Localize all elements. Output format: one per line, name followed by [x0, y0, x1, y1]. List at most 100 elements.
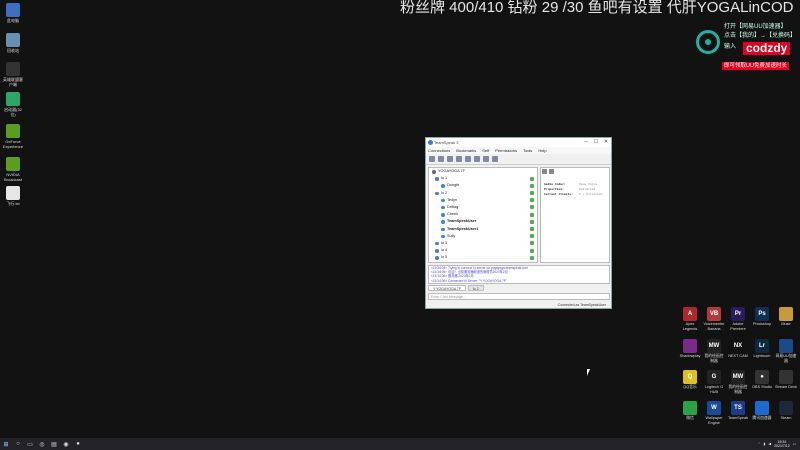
client-row[interactable]: TeamSpeakUser1 — [429, 226, 537, 233]
teamspeak-taskbar-icon[interactable]: ● — [72, 438, 84, 450]
chat-icon[interactable] — [483, 156, 489, 162]
menu-item[interactable]: Self — [482, 147, 489, 154]
settings-icon[interactable] — [492, 156, 498, 162]
icon-glyph: MW — [732, 374, 744, 380]
channel-row[interactable]: lo 5 — [429, 254, 537, 261]
steam-taskbar-icon[interactable]: ◎ — [36, 438, 48, 450]
away-icon[interactable] — [456, 156, 462, 162]
channel-icon — [435, 249, 439, 253]
client-row[interactable]: Dongfé — [429, 182, 537, 189]
status-flag-icon — [530, 205, 534, 210]
desktop-icon[interactable]: Stream Deck — [775, 370, 797, 390]
desktop-icon[interactable]: 网易UU加速器 — [775, 339, 797, 363]
menu-item[interactable]: Permissions — [495, 147, 517, 154]
tencent-acc-icon — [755, 401, 769, 415]
menu-item[interactable]: Connections — [428, 147, 450, 154]
desktop-icon[interactable]: 此电脑 — [2, 3, 24, 23]
volume-icon[interactable]: ◀ — [768, 442, 771, 446]
chat-tab[interactable]: lo 2 — [468, 285, 484, 291]
menu-item[interactable]: Help — [538, 147, 546, 154]
menu-item[interactable]: Tools — [523, 147, 532, 154]
search-icon[interactable]: ○ — [12, 438, 24, 450]
promo-badge: 即可领取UU免费加速时长 — [722, 62, 789, 70]
client-row[interactable]: TeamSpeakUser — [429, 218, 537, 225]
client-row[interactable]: Sully — [429, 233, 537, 240]
mute-speaker-icon[interactable] — [474, 156, 480, 162]
desktop-icon[interactable]: MW 我的绘画控制器 — [727, 370, 749, 394]
streamdeck-icon — [779, 370, 793, 384]
desktop-icon[interactable]: Pr Adobe Premiere — [727, 307, 749, 331]
client-icon — [441, 184, 445, 188]
desktop-icon[interactable]: W Wallpaper Engine — [703, 401, 725, 425]
minimize-button[interactable]: ─ — [581, 138, 591, 147]
ts-menubar: Connections Bookmarks Self Permissions Tools… — [426, 147, 611, 154]
client-row[interactable]: Driftag — [429, 204, 537, 211]
desktop-icon-label: Shadowplay — [679, 354, 701, 358]
desktop-icon[interactable]: ● OBS Studio — [751, 370, 773, 390]
network-icon[interactable]: ▮ — [763, 442, 765, 446]
task-view-icon[interactable]: ▭ — [24, 438, 36, 450]
mute-mic-icon[interactable] — [465, 156, 471, 162]
chat-input[interactable]: Enter Chat Message... — [428, 293, 610, 300]
server-row[interactable]: YOGAYOGA 7F — [429, 168, 537, 175]
status-flag-icon — [530, 248, 534, 253]
desktop-icon[interactable]: G Logitech G HUB — [703, 370, 725, 394]
status-flag-icon — [530, 198, 534, 203]
desktop-icon[interactable]: 英雄联盟客户端 — [2, 62, 24, 87]
desktop-icon[interactable]: Muse — [775, 307, 797, 327]
tray-chevron-icon[interactable]: ⌃ — [758, 442, 761, 446]
desktop-icon[interactable]: Shadowplay — [679, 339, 701, 359]
teamspeak-window[interactable]: TeamSpeak 3 ─ ☐ ✕ Connections Bookmarks Se… — [425, 137, 612, 309]
file-explorer-icon[interactable]: ▤ — [48, 438, 60, 450]
desktop-icon[interactable]: Steam — [775, 401, 797, 421]
desktop-icon[interactable]: 回收站 — [2, 33, 24, 53]
channel-tree[interactable]: YOGAYOGA 7F lo 1 Dongfé lo 2 Tedyn Driftag Ch… — [428, 167, 538, 263]
desktop-icon[interactable]: 腾讯加速器 — [751, 401, 773, 421]
desktop-icon-label: Stream Deck — [775, 385, 797, 389]
close-button[interactable]: ✕ — [601, 138, 611, 147]
maximize-button[interactable]: ☐ — [591, 138, 601, 147]
channel-row[interactable]: lo 3 — [429, 240, 537, 247]
disconnect-icon[interactable] — [438, 156, 444, 162]
desktop-icon[interactable]: Lr Lightroom — [751, 339, 773, 359]
desktop-icon[interactable]: 微信 — [679, 401, 701, 421]
desktop-icon[interactable]: NX NEXT CAM — [727, 339, 749, 359]
wallpaper-engine-icon: W — [707, 401, 721, 415]
notifications-icon[interactable]: ▭ — [793, 442, 796, 446]
desktop-icon[interactable]: GeForce Experience — [2, 124, 24, 149]
desktop-icon[interactable]: TS TeamSpeak — [727, 401, 749, 421]
chat-tab[interactable]: Y YOGAYOGA 7F — [428, 285, 467, 291]
desktop-icon[interactable]: Q QQ音乐 — [679, 370, 701, 390]
client-icon — [441, 213, 445, 217]
desktop-icon[interactable]: 启动器(32位) — [2, 92, 24, 117]
clock[interactable]: 15:34 2021/7/12 — [774, 440, 790, 448]
desktop-icon-label: Voicemeeter Banana — [703, 322, 725, 331]
mw2-icon: MW — [731, 370, 745, 384]
ts-titlebar[interactable]: TeamSpeak 3 ─ ☐ ✕ — [426, 138, 611, 147]
home-icon[interactable] — [542, 169, 547, 174]
desktop-icon[interactable]: VB Voicemeeter Banana — [703, 307, 725, 331]
menu-item[interactable]: Bookmarks — [456, 147, 476, 154]
icon-glyph: Pr — [734, 311, 742, 317]
chrome-icon[interactable]: ◉ — [60, 438, 72, 450]
desktop-icon[interactable]: Ps Photoshop — [751, 307, 773, 327]
desktop-icon[interactable]: NVIDIA Broadcast — [2, 157, 24, 182]
obs-icon: ● — [755, 370, 769, 384]
channel-row[interactable]: lo 1 — [429, 175, 537, 182]
desktop-icon[interactable]: MW 我的绘画控制器 — [703, 339, 725, 363]
start-button[interactable]: ⊞ — [0, 438, 12, 450]
desktop-icon-label: Wallpaper Engine — [705, 416, 723, 425]
channel-row[interactable]: lo 4 — [429, 247, 537, 254]
icon-glyph: A — [687, 311, 693, 317]
desktop-icon[interactable]: A Apex Legends — [679, 307, 701, 331]
connect-icon[interactable] — [429, 156, 435, 162]
back-icon[interactable] — [549, 169, 554, 174]
bookmark-icon[interactable] — [447, 156, 453, 162]
desktop-icon-label: OBS Studio — [752, 385, 772, 389]
channel-row[interactable]: lo 2 — [429, 190, 537, 197]
client-row[interactable]: Tedyn — [429, 197, 537, 204]
client-row[interactable]: Cheek — [429, 211, 537, 218]
desktop-icon-label: GeForce Experience — [2, 139, 23, 149]
channel-icon — [435, 241, 439, 246]
desktop-icon[interactable]: 飞行.txt — [2, 186, 24, 206]
